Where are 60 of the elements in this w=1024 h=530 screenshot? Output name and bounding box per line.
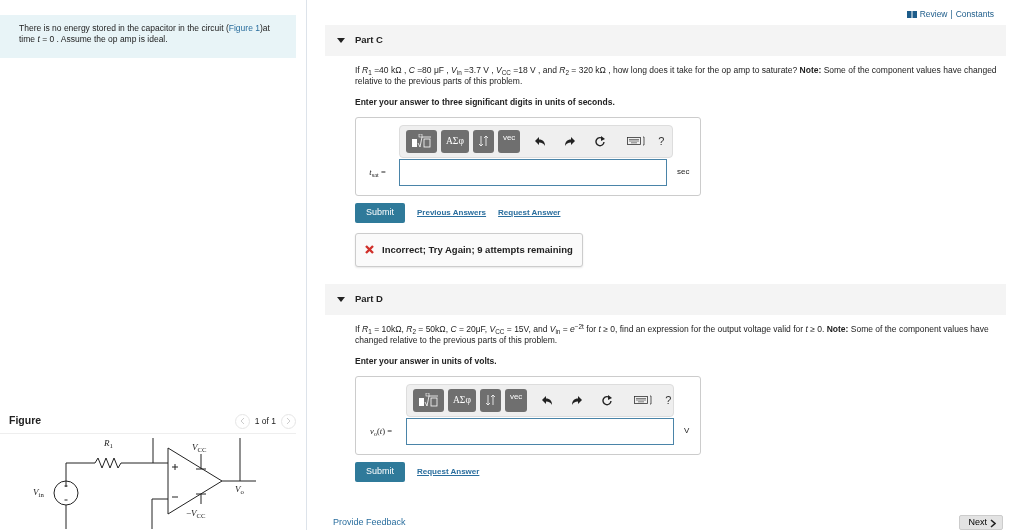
circuit-label: V$_{in}$ (33, 488, 44, 497)
undo-icon[interactable] (542, 394, 553, 406)
undo-icon[interactable] (535, 135, 546, 147)
root-template-icon (418, 393, 439, 408)
submit-button[interactable]: Submit (355, 202, 405, 223)
circuit-label: R$_{1}$ (104, 439, 113, 448)
instruction-text: Enter your answer to three significant digits in units of seconds. (355, 96, 616, 109)
answer-link[interactable]: Request Answer (498, 206, 561, 219)
caret-down-icon[interactable] (337, 36, 345, 45)
cross-icon (365, 245, 374, 255)
chevron-left-icon (238, 417, 246, 426)
chevron-right-icon (285, 417, 292, 426)
circuit-label: V$_{o}$ (235, 485, 244, 494)
arrows-icon (477, 135, 489, 148)
template-button[interactable] (413, 388, 444, 412)
symbols-button[interactable]: ΑΣφ (448, 388, 476, 412)
part-title[interactable]: Part C (355, 33, 383, 48)
template-button[interactable] (406, 129, 437, 153)
instruction-text: Enter your answer in units of volts. (355, 355, 498, 368)
redo-icon[interactable] (565, 135, 576, 147)
unit-label: sec (677, 166, 690, 179)
arrows-icon (484, 394, 496, 407)
answer-label: v$_{o}$(t) = (369, 425, 393, 438)
chevron-right-icon (990, 518, 996, 528)
answer-field[interactable] (406, 417, 674, 445)
circuit-label: −V$_{CC}$ (186, 509, 206, 518)
page-counter: 1 of 1 (254, 414, 276, 428)
next-button[interactable]: Next (959, 515, 1003, 530)
symbols-button[interactable]: ΑΣφ (441, 129, 469, 153)
book-icon (906, 10, 917, 18)
question-text: If R$_{1}$ = 10kΩ, R$_{2}$ = 50kΩ, C = 20μF, V$_{CC}$ = 15V, and V$_{in}$ = e$^{−2t}$ for t ≥ 0, find an expression for the output voltage valid for t ≥ 0. Note: Some of the component values have changed relative to the previous parts of this problem. (355, 324, 990, 347)
header-link[interactable]: Review (919, 7, 948, 21)
answer-label: t$_{sat}$ = (368, 165, 387, 179)
answer-link[interactable]: Previous Answers (417, 206, 487, 219)
problem-statement: There is no energy stored in the capacitor in the circuit (Figure 1)at time t = 0 . Assume the op amp is ideal. (0, 15, 296, 58)
part-title[interactable]: Part D (355, 292, 383, 307)
reset-icon[interactable] (602, 394, 613, 406)
root-template-icon (411, 134, 432, 149)
keyboard-icon[interactable] (627, 136, 646, 147)
circuit-label: V$_{CC}$ (192, 443, 207, 452)
vector-button[interactable]: vec (504, 388, 528, 412)
answer-field[interactable] (399, 158, 667, 186)
link-separator: | (950, 7, 953, 21)
help-button[interactable]: ? (654, 133, 669, 150)
help-button[interactable]: ? (661, 392, 676, 409)
redo-icon[interactable] (572, 394, 583, 406)
figure-title: Figure (9, 413, 42, 429)
arrows-button[interactable] (479, 388, 501, 412)
unit-label: V (684, 425, 690, 438)
feedback-link[interactable]: Provide Feedback (333, 515, 406, 529)
caret-down-icon[interactable] (337, 295, 345, 304)
question-text: If R$_{1}$ =40 kΩ , C =80 μF , V$_{in}$ =3.7 V , V$_{CC}$ =18 V , and R$_{2}$ = 320 kΩ , how long does it take for the op amp to saturate? Note: Some of the component values have changed relative to the previous parts of this problem. (355, 65, 998, 88)
keyboard-icon[interactable] (634, 395, 653, 406)
vector-button[interactable]: vec (497, 129, 521, 153)
reset-icon[interactable] (595, 135, 606, 147)
feedback-text: Incorrect; Try Again; 9 attempts remaining (382, 242, 573, 257)
header-link[interactable]: Constants (955, 7, 994, 21)
submit-button[interactable]: Submit (355, 461, 405, 482)
answer-link[interactable]: Request Answer (417, 465, 480, 478)
arrows-button[interactable] (472, 129, 494, 153)
